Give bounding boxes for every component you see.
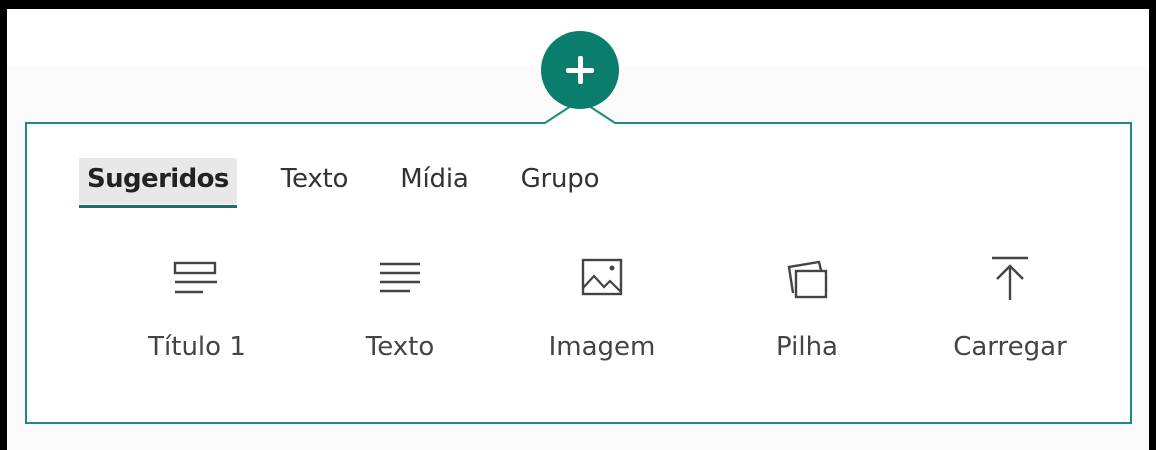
upload-option-label: Carregar: [953, 332, 1067, 362]
text-lines-icon: [380, 262, 420, 293]
text-option-label: Texto: [365, 332, 435, 362]
tab-text[interactable]: Texto: [273, 158, 357, 204]
stack-option[interactable]: Pilha: [727, 254, 887, 362]
element-options: Título 1 Texto Imagem Pilha Carregar: [87, 254, 1087, 384]
upload-option[interactable]: Carregar: [930, 254, 1090, 362]
tab-group[interactable]: Grupo: [513, 158, 608, 204]
tab-media[interactable]: Mídia: [392, 158, 476, 204]
tab-suggested[interactable]: Sugeridos: [79, 158, 237, 208]
text-option[interactable]: Texto: [320, 254, 480, 362]
tab-bar: Sugeridos Texto Mídia Grupo: [79, 158, 643, 208]
heading-option-label: Título 1: [148, 332, 246, 362]
heading-icon: [173, 261, 217, 294]
upload-icon: [992, 256, 1028, 300]
stack-icon: [787, 260, 828, 299]
image-option-label: Imagem: [548, 332, 656, 362]
add-element-button[interactable]: [541, 31, 619, 109]
image-option[interactable]: Imagem: [522, 254, 682, 362]
heading-option[interactable]: Título 1: [117, 254, 277, 362]
stack-option-label: Pilha: [776, 332, 838, 362]
image-icon: [581, 258, 623, 296]
add-element-panel: Sugeridos Texto Mídia Grupo Título 1 Tex…: [25, 122, 1132, 424]
